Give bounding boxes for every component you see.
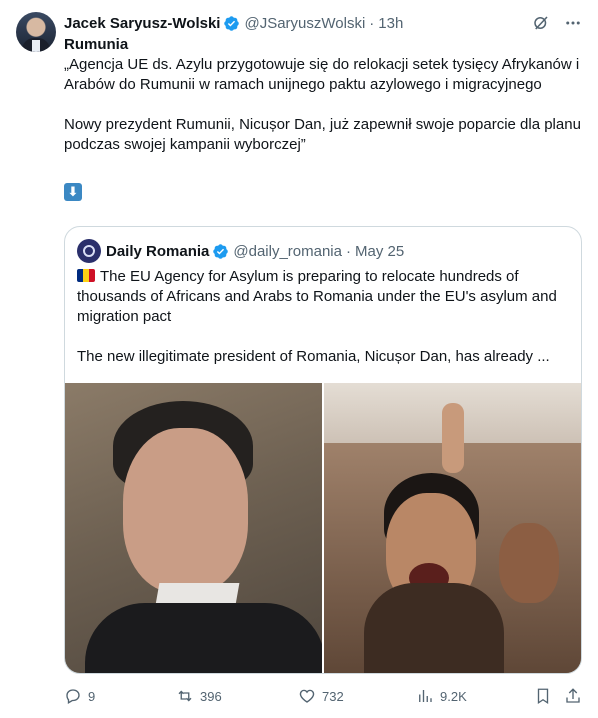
- romania-flag-icon: [77, 269, 95, 282]
- heart-icon: [299, 689, 315, 703]
- author-handle[interactable]: @JSaryuszWolski: [244, 15, 365, 32]
- quote-author-handle: @daily_romania: [233, 242, 342, 260]
- like-count: 732: [322, 688, 344, 704]
- quote-date: May 25: [355, 242, 405, 260]
- quoted-tweet[interactable]: Daily Romania @daily_romania · May 25 Th…: [64, 226, 582, 674]
- author-avatar[interactable]: [16, 12, 56, 52]
- header-icons: [532, 14, 582, 32]
- action-bar: 9 396 732 9.2K: [64, 684, 584, 708]
- quote-author-name: Daily Romania: [106, 242, 210, 260]
- quote-verified-badge-icon: [213, 243, 229, 259]
- quote-header: Daily Romania @daily_romania · May 25: [77, 239, 404, 263]
- grok-icon[interactable]: [532, 14, 550, 32]
- quote-media: [65, 383, 581, 673]
- tweet-paragraph-2: Nowy prezydent Rumunii, Nicușor Dan, już…: [64, 116, 581, 153]
- bookmark-icon: [537, 688, 549, 705]
- like-button[interactable]: 732: [298, 687, 344, 705]
- tweet-paragraph-1: „Agencja UE ds. Azylu przygotowuje się d…: [64, 56, 580, 93]
- tweet-header: Jacek Saryusz-Wolski @JSaryuszWolski · 1…: [64, 12, 582, 34]
- tweet-time[interactable]: 13h: [378, 15, 403, 32]
- quote-image-portrait[interactable]: [65, 383, 322, 673]
- analytics-icon: [419, 690, 432, 702]
- reply-count: 9: [88, 688, 96, 704]
- repost-button[interactable]: 396: [176, 687, 222, 705]
- reply-button[interactable]: 9: [64, 687, 95, 705]
- quote-dot-separator: ·: [346, 242, 351, 260]
- views-button[interactable]: 9.2K: [416, 687, 467, 705]
- verified-badge-icon: [224, 15, 240, 31]
- tweet-body: Rumunia „Agencja UE ds. Azylu przygotowu…: [64, 35, 584, 202]
- quote-image-protest[interactable]: [324, 383, 581, 673]
- quote-avatar: [77, 239, 101, 263]
- more-options-icon[interactable]: [564, 14, 582, 32]
- share-icon: [566, 688, 580, 703]
- repost-icon: [178, 690, 192, 702]
- quote-body: The EU Agency for Asylum is preparing to…: [77, 267, 571, 367]
- dot-separator: ·: [369, 14, 375, 32]
- share-button[interactable]: [564, 687, 582, 705]
- reply-icon: [66, 689, 80, 704]
- bookmark-button[interactable]: [534, 687, 552, 705]
- author-name[interactable]: Jacek Saryusz-Wolski: [64, 15, 220, 32]
- down-arrow-emoji: ⬇: [64, 183, 82, 201]
- views-count: 9.2K: [440, 688, 467, 704]
- repost-count: 396: [200, 688, 222, 704]
- quote-paragraph-1: The EU Agency for Asylum is preparing to…: [77, 268, 557, 325]
- tweet-title: Rumunia: [64, 36, 129, 53]
- avatar-shirt: [32, 40, 40, 52]
- quote-paragraph-2: The new illegitimate president of Romani…: [77, 348, 550, 365]
